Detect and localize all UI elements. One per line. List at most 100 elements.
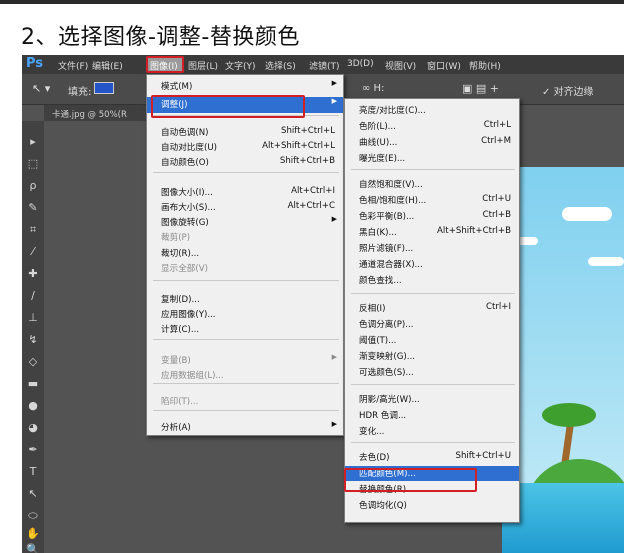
menubar-item[interactable]: 3D(D) (347, 59, 374, 69)
adjust-menu-item[interactable]: 可选颜色(S)... (345, 365, 519, 378)
menu-item-label: 反相(I) (359, 304, 386, 314)
adjust-menu-item[interactable]: 阴影/高光(W)... (345, 392, 519, 405)
submenu-arrow-icon: ▶ (331, 420, 337, 428)
history-brush-tool-icon[interactable]: ↯ (25, 333, 41, 347)
image-menu-item[interactable]: 裁切(R)... (147, 246, 343, 259)
menubar-item[interactable]: 编辑(E) (92, 59, 123, 72)
adjust-menu-item[interactable]: 曝光度(E)... (345, 151, 519, 164)
menubar-item[interactable]: 文件(F) (58, 59, 88, 72)
image-menu-item[interactable]: 图像大小(I)... Alt+Ctrl+I (147, 185, 343, 198)
path-ops-icon[interactable]: ▣ ▤ + (462, 82, 499, 95)
menu-item-label: 模式(M) (161, 82, 193, 92)
image-menu-item[interactable]: 画布大小(S)... Alt+Ctrl+C (147, 200, 343, 213)
cloud (562, 207, 612, 221)
adjust-menu-item[interactable]: 去色(D) Shift+Ctrl+U (345, 450, 519, 463)
eraser-tool-icon[interactable]: ◇ (25, 355, 41, 369)
chain-link-icon[interactable]: ∞ H: (362, 83, 384, 94)
image-menu-item[interactable]: 模式(M) ▶ (147, 79, 343, 92)
image-menu-item[interactable]: 应用数据组(L)... (147, 368, 343, 381)
adjust-menu-item[interactable]: 黑白(K)... Alt+Shift+Ctrl+B (345, 225, 519, 238)
align-edges-label: 对齐边缘 (553, 87, 594, 98)
adjust-menu-item[interactable]: 通道混合器(X)... (345, 257, 519, 270)
document-tab[interactable]: 卡通.jpg @ 50%(R (44, 105, 162, 121)
image-menu-item[interactable]: 图像旋转(G) ▶ (147, 215, 343, 228)
hand-tool-icon[interactable]: ✋ (25, 527, 41, 541)
gradient-tool-icon[interactable]: ▬ (25, 377, 41, 391)
menu-item-label: 可选颜色(S)... (359, 368, 414, 378)
menubar-item[interactable]: 文字(Y) (225, 59, 256, 72)
image-menu-item[interactable]: 裁剪(P) (147, 230, 343, 243)
arrow-tool-icon[interactable]: ↖ ▾ (32, 82, 50, 95)
adjust-menu-item[interactable]: 照片滤镜(F)... (345, 241, 519, 254)
menu-item-label: 图像旋转(G) (161, 218, 209, 228)
photoshop-window: Ps 文件(F) 编辑(E) 图像(I) 图层(L) 文字(Y) 选择(S) 滤镜(T) 3D… (22, 55, 624, 553)
menu-item-shortcut: Ctrl+B (482, 210, 511, 220)
adjust-menu-item[interactable]: 阈值(T)... (345, 333, 519, 346)
adjust-menu-item[interactable]: 曲线(U)... Ctrl+M (345, 135, 519, 148)
blur-tool-icon[interactable]: ● (25, 399, 41, 413)
image-menu-item[interactable]: 显示全部(V) (147, 261, 343, 274)
menu-item-label: 色阶(L)... (359, 122, 396, 132)
adjust-menu-item[interactable]: 色调分离(P)... (345, 317, 519, 330)
adjust-menu-item[interactable]: 渐变映射(G)... (345, 349, 519, 362)
menu-item-label: 曝光度(E)... (359, 154, 406, 164)
pen-tool-icon[interactable]: ✒ (25, 443, 41, 457)
menu-item-shortcut: Shift+Ctrl+L (280, 126, 335, 136)
image-menu-item[interactable]: 陷印(T)... (147, 394, 343, 407)
menubar-item[interactable]: 窗口(W) (427, 59, 461, 72)
brush-tool-icon[interactable]: ∕ (25, 289, 41, 303)
image-menu-item[interactable]: 应用图像(Y)... (147, 307, 343, 320)
submenu-arrow-icon: ▶ (331, 79, 337, 87)
image-menu-item[interactable]: 自动对比度(U) Alt+Shift+Ctrl+L (147, 140, 343, 153)
menu-separator (153, 280, 339, 281)
adjust-menu-item[interactable]: 色相/饱和度(H)... Ctrl+U (345, 193, 519, 206)
adjust-menu-item[interactable]: 自然饱和度(V)... (345, 177, 519, 190)
adjust-menu-item[interactable]: 色阶(L)... Ctrl+L (345, 119, 519, 132)
menu-item-label: 复制(D)... (161, 295, 200, 305)
menu-item-label: 应用图像(Y)... (161, 310, 216, 320)
image-menu-item[interactable]: 分析(A) ▶ (147, 420, 343, 433)
image-menu-item[interactable]: 自动色调(N) Shift+Ctrl+L (147, 125, 343, 138)
shape-tool-icon[interactable]: ⬭ (25, 509, 41, 523)
marquee-tool-icon[interactable]: ⬚ (25, 157, 41, 171)
adjust-menu-item[interactable]: HDR 色调... (345, 408, 519, 421)
menu-item-shortcut: Alt+Ctrl+C (287, 201, 335, 211)
adjust-menu-item[interactable]: 反相(I) Ctrl+I (345, 301, 519, 314)
menubar-item[interactable]: 帮助(H) (469, 59, 501, 72)
image-menu-item[interactable]: 自动颜色(O) Shift+Ctrl+B (147, 155, 343, 168)
menubar-item[interactable]: 选择(S) (265, 59, 296, 72)
image-menu-item[interactable]: 复制(D)... (147, 292, 343, 305)
quick-select-tool-icon[interactable]: ✎ (25, 201, 41, 215)
menubar-item[interactable]: 滤镜(T) (309, 59, 340, 72)
path-select-tool-icon[interactable]: ↖ (25, 487, 41, 501)
menubar-item[interactable]: 图层(L) (188, 59, 218, 72)
zoom-tool-icon[interactable]: 🔍 (25, 543, 41, 553)
menu-item-label: 图像大小(I)... (161, 188, 213, 198)
menu-item-label: 色调分离(P)... (359, 320, 414, 330)
menu-item-shortcut: Ctrl+L (483, 120, 511, 130)
image-menu-item[interactable]: 计算(C)... (147, 322, 343, 335)
adjust-menu-item[interactable]: 亮度/对比度(C)... (345, 103, 519, 116)
adjust-menu-item[interactable]: 颜色查找... (345, 273, 519, 286)
stamp-tool-icon[interactable]: ⊥ (25, 311, 41, 325)
dodge-tool-icon[interactable]: ◕ (25, 421, 41, 435)
menu-separator (153, 172, 339, 173)
fill-swatch[interactable] (94, 82, 114, 94)
align-edges-checkbox[interactable]: ✓ 对齐边缘 (542, 83, 594, 98)
adjust-menu-item[interactable]: 色调均化(Q) (345, 498, 519, 511)
eyedropper-tool-icon[interactable]: ⁄ (25, 245, 41, 259)
crop-tool-icon[interactable]: ⌗ (25, 223, 41, 237)
lasso-tool-icon[interactable]: ρ (25, 179, 41, 193)
move-tool-icon[interactable]: ▸ (25, 135, 41, 149)
menu-item-label: 去色(D) (359, 453, 390, 463)
healing-tool-icon[interactable]: ✚ (25, 267, 41, 281)
menu-item-label: 自然饱和度(V)... (359, 180, 423, 190)
adjust-menu-item[interactable]: 变化... (345, 424, 519, 437)
image-menu-item[interactable]: 变量(B) ▶ (147, 353, 343, 366)
cartoon-beach-image (502, 167, 624, 553)
adjust-menu-item[interactable]: 色彩平衡(B)... Ctrl+B (345, 209, 519, 222)
menubar-item[interactable]: 视图(V) (385, 59, 416, 72)
menu-item-label: 颜色查找... (359, 276, 402, 286)
type-tool-icon[interactable]: T (25, 465, 41, 479)
submenu-arrow-icon: ▶ (331, 353, 337, 361)
